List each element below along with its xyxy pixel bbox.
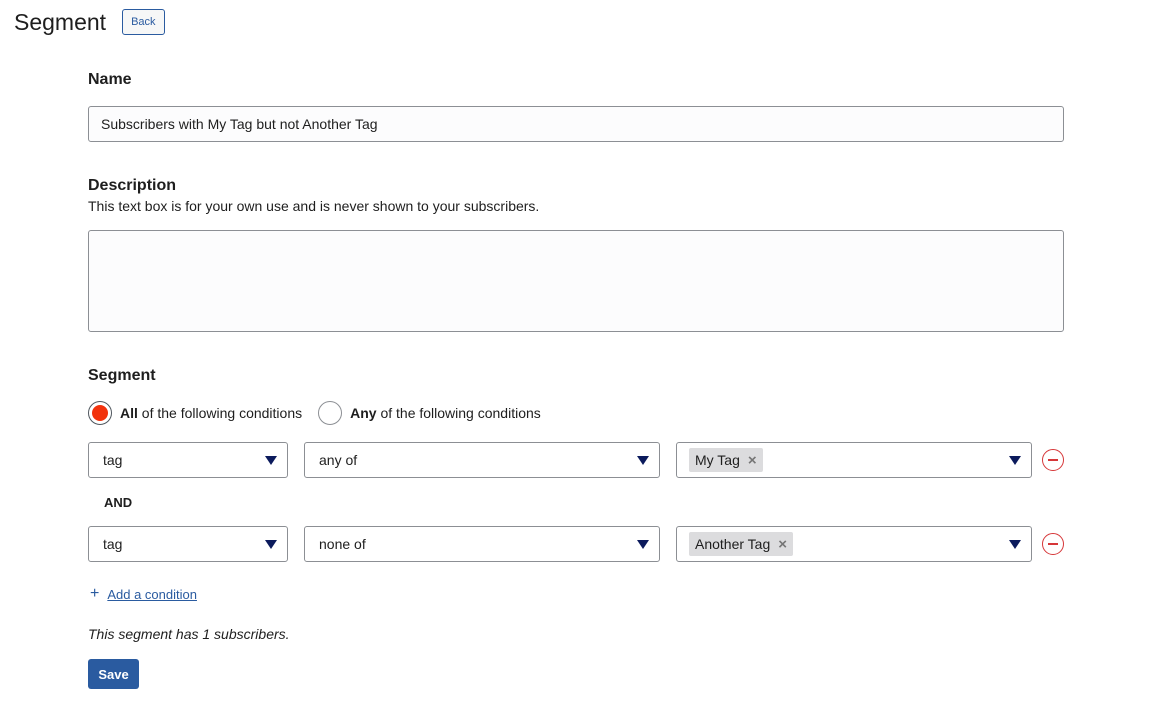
caret-down-icon xyxy=(1009,540,1021,549)
minus-circle-icon xyxy=(1048,543,1058,545)
tag-chip-label: My Tag xyxy=(695,452,740,468)
match-all-radio[interactable] xyxy=(88,401,112,425)
page-title: Segment xyxy=(14,9,107,35)
add-condition-link[interactable]: Add a condition xyxy=(107,587,197,602)
condition-operator-value: any of xyxy=(319,452,358,468)
condition-field-select[interactable]: tag xyxy=(88,526,288,562)
caret-down-icon xyxy=(265,540,277,549)
condition-operator-select[interactable]: any of xyxy=(304,442,660,478)
name-input[interactable]: Subscribers with My Tag but not Another … xyxy=(88,106,1064,142)
condition-joiner: AND xyxy=(104,495,133,510)
match-all-label[interactable]: All of the following conditions xyxy=(120,405,302,421)
condition-field-value: tag xyxy=(103,536,123,552)
caret-down-icon xyxy=(637,456,649,465)
add-condition-button[interactable]: + Add a condition xyxy=(90,585,197,603)
back-button[interactable]: Back xyxy=(122,9,165,35)
tag-chip: Another Tag × xyxy=(689,532,794,556)
subscriber-count: This segment has 1 subscribers. xyxy=(88,626,290,642)
segment-label: Segment xyxy=(88,367,156,384)
condition-operator-select[interactable]: none of xyxy=(304,526,660,562)
match-mode-group: All of the following conditions Any of t… xyxy=(88,401,541,425)
radio-selected-dot xyxy=(92,405,108,421)
page-header: Segment Back xyxy=(14,8,165,36)
save-button[interactable]: Save xyxy=(88,659,139,689)
condition-field-value: tag xyxy=(103,452,123,468)
tag-chip: My Tag × xyxy=(689,448,763,472)
description-textarea[interactable] xyxy=(88,230,1064,332)
plus-icon: + xyxy=(90,585,100,602)
caret-down-icon xyxy=(1009,456,1021,465)
remove-condition-button[interactable] xyxy=(1042,533,1064,555)
caret-down-icon xyxy=(265,456,277,465)
close-icon[interactable]: × xyxy=(778,536,787,553)
description-help: This text box is for your own use and is… xyxy=(88,198,540,214)
description-label: Description xyxy=(88,177,177,194)
tag-chip-label: Another Tag xyxy=(695,536,771,552)
condition-field-select[interactable]: tag xyxy=(88,442,288,478)
match-any-radio[interactable] xyxy=(318,401,343,425)
minus-circle-icon xyxy=(1048,459,1058,461)
caret-down-icon xyxy=(637,540,649,549)
match-any-label[interactable]: Any of the following conditions xyxy=(350,405,541,421)
close-icon[interactable]: × xyxy=(748,452,757,469)
condition-tags-select[interactable]: Another Tag × xyxy=(676,526,1032,562)
remove-condition-button[interactable] xyxy=(1042,449,1064,471)
condition-operator-value: none of xyxy=(319,536,366,552)
condition-tags-select[interactable]: My Tag × xyxy=(676,442,1032,478)
name-label: Name xyxy=(88,71,132,88)
